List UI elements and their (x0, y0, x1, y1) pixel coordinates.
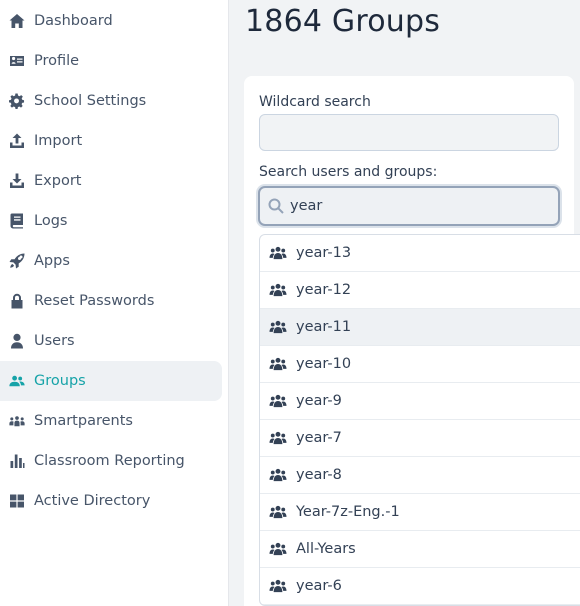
dropdown-item[interactable]: year-12 (260, 272, 580, 309)
sidebar-item-label: Apps (34, 253, 70, 269)
sidebar-item-label: Groups (34, 373, 86, 389)
search-icon (268, 198, 284, 214)
sidebar-item-logs[interactable]: Logs (0, 201, 222, 241)
dropdown-item[interactable]: year-13 (260, 235, 580, 272)
users-icon (269, 577, 287, 595)
dropdown-item-label: year-9 (296, 393, 342, 409)
search-users-groups-field[interactable] (258, 186, 560, 226)
dropdown-item-label: year-11 (296, 319, 352, 335)
sidebar-item-reset-passwords[interactable]: Reset Passwords (0, 281, 222, 321)
users-icon (269, 540, 287, 558)
sidebar-item-classroom-reporting[interactable]: Classroom Reporting (0, 441, 222, 481)
users-icon (269, 355, 287, 373)
users-icon (269, 281, 287, 299)
dropdown-item-label: year-7 (296, 430, 342, 446)
download-icon (8, 172, 26, 190)
users-icon (269, 244, 287, 262)
sidebar-item-apps[interactable]: Apps (0, 241, 222, 281)
dropdown-item-label: year-6 (296, 578, 342, 594)
dropdown-item[interactable]: year-9 (260, 383, 580, 420)
dropdown-item-label: year-13 (296, 245, 352, 261)
sidebar-item-smartparents[interactable]: Smartparents (0, 401, 222, 441)
sidebar-item-profile[interactable]: Profile (0, 41, 222, 81)
sidebar-item-label: Export (34, 173, 82, 189)
sidebar-item-label: Import (34, 133, 83, 149)
id-card-icon (8, 52, 26, 70)
sidebar-item-label: Dashboard (34, 13, 113, 29)
sidebar-item-label: Reset Passwords (34, 293, 155, 309)
sidebar-item-school-settings[interactable]: School Settings (0, 81, 222, 121)
sidebar-item-label: Classroom Reporting (34, 453, 185, 469)
sidebar: Dashboard Profile School Settings Import… (0, 0, 229, 606)
people-group-icon (8, 412, 26, 430)
sidebar-item-label: Users (34, 333, 75, 349)
dropdown-item[interactable]: year-7 (260, 420, 580, 457)
users-icon (269, 429, 287, 447)
wildcard-search-input[interactable] (259, 114, 559, 151)
search-users-groups-label: Search users and groups: (259, 164, 438, 180)
user-icon (8, 332, 26, 350)
gear-icon (8, 92, 26, 110)
users-icon (269, 466, 287, 484)
dropdown-item-label: All-Years (296, 541, 356, 557)
upload-icon (8, 132, 26, 150)
users-icon (269, 503, 287, 521)
sidebar-item-dashboard[interactable]: Dashboard (0, 1, 222, 41)
dropdown-item[interactable]: All-Years (260, 531, 580, 568)
sidebar-item-groups[interactable]: Groups (0, 361, 222, 401)
dropdown-item-label: Year-7z-Eng.-1 (296, 504, 400, 520)
users-icon (8, 372, 26, 390)
lock-icon (8, 292, 26, 310)
sidebar-item-export[interactable]: Export (0, 161, 222, 201)
sidebar-item-import[interactable]: Import (0, 121, 222, 161)
dropdown-item[interactable]: year-10 (260, 346, 580, 383)
rocket-icon (8, 252, 26, 270)
sidebar-item-users[interactable]: Users (0, 321, 222, 361)
users-icon (269, 392, 287, 410)
dropdown-item-label: year-8 (296, 467, 342, 483)
search-users-groups-input[interactable] (290, 188, 550, 224)
dropdown-item-highlighted[interactable]: year-11 (260, 309, 580, 346)
sidebar-item-label: Profile (34, 53, 80, 69)
dropdown-item[interactable]: year-8 (260, 457, 580, 494)
wildcard-search-label: Wildcard search (259, 94, 371, 110)
sidebar-item-label: School Settings (34, 93, 147, 109)
dropdown-item[interactable]: year-6 (260, 568, 580, 605)
sidebar-item-label: Logs (34, 213, 68, 229)
users-icon (269, 318, 287, 336)
sidebar-item-label: Smartparents (34, 413, 133, 429)
home-icon (8, 12, 26, 30)
windows-icon (8, 492, 26, 510)
dropdown-item-label: year-10 (296, 356, 352, 372)
search-results-dropdown: year-13 year-12 year-11 year-10 year-9 y… (259, 234, 580, 606)
dropdown-item-label: year-12 (296, 282, 352, 298)
dropdown-item[interactable]: Year-7z-Eng.-1 (260, 494, 580, 531)
sidebar-item-active-directory[interactable]: Active Directory (0, 481, 222, 521)
page-title: 1864 Groups (245, 4, 441, 39)
book-icon (8, 212, 26, 230)
sidebar-item-label: Active Directory (34, 493, 151, 509)
bar-chart-icon (8, 452, 26, 470)
